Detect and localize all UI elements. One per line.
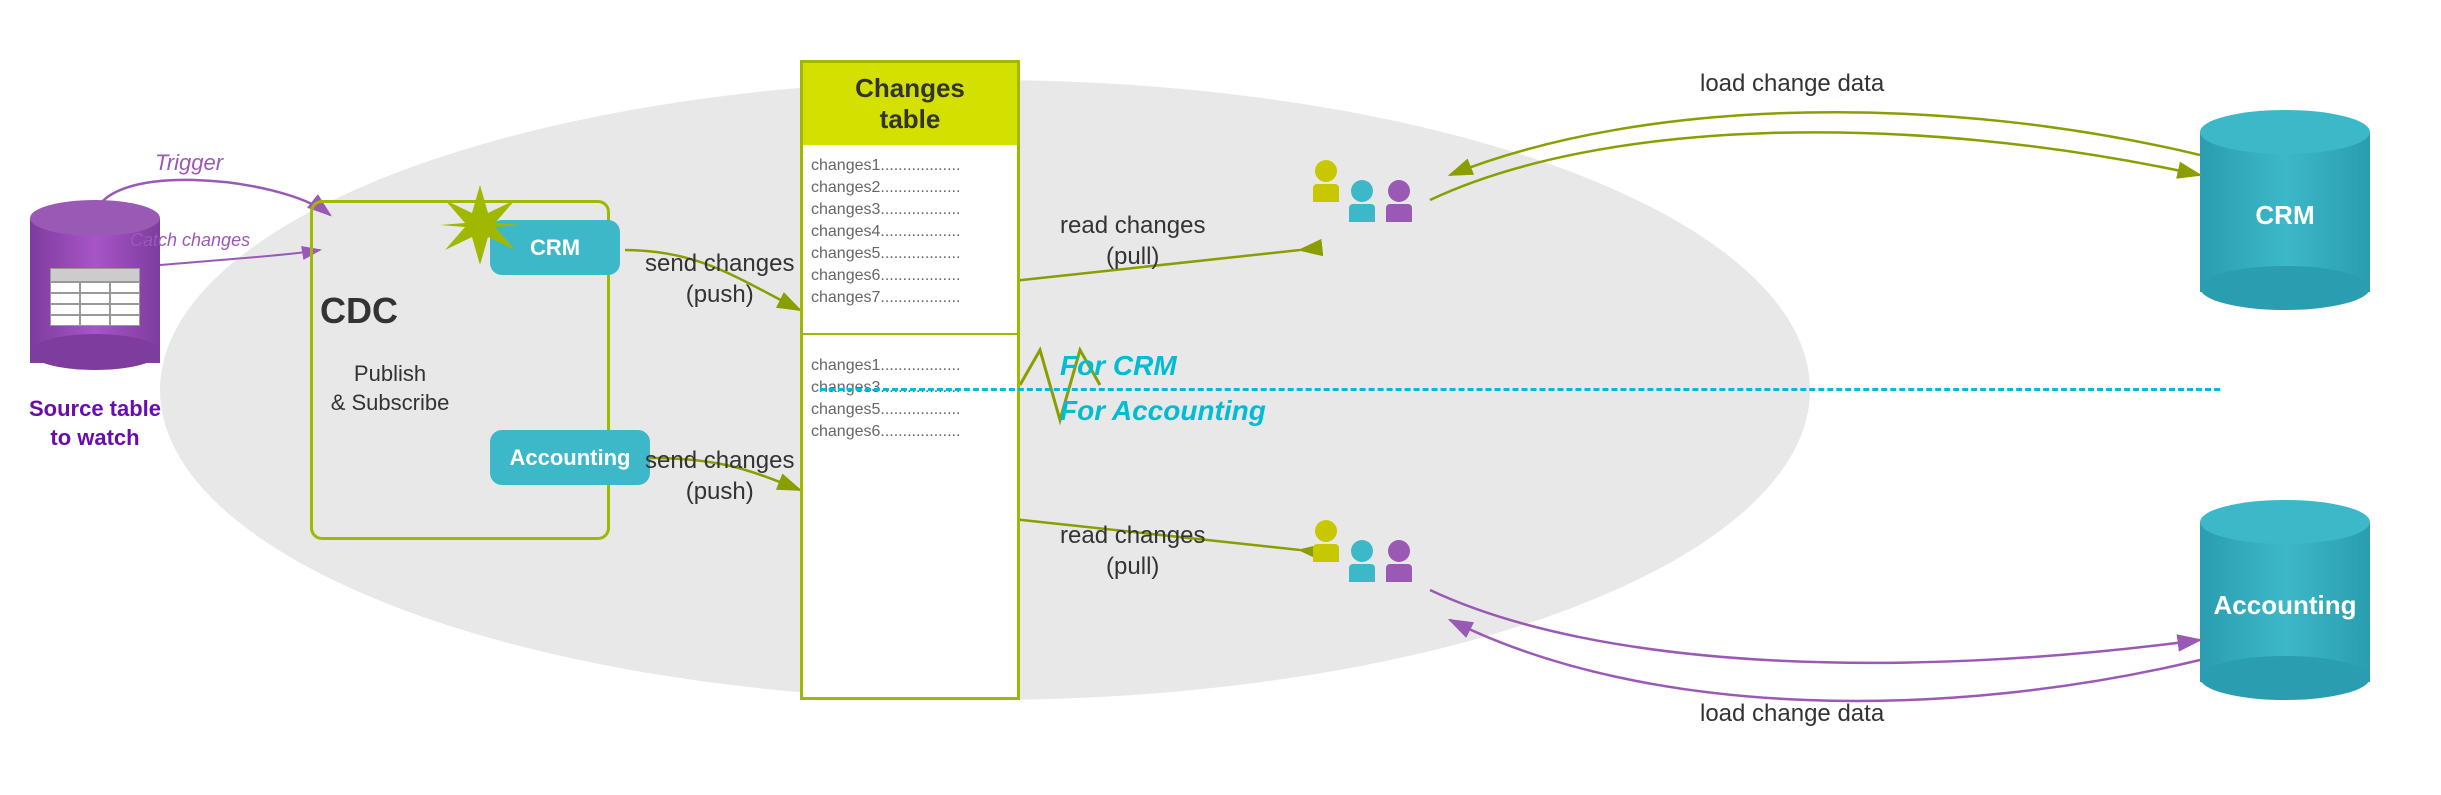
changes-row: changes5.................. (811, 245, 1009, 263)
agent-body (1349, 204, 1375, 222)
changes-row: changes1.................. (811, 157, 1009, 175)
for-accounting-label: For Accounting (1060, 395, 1266, 427)
changes-row: changes3.................. (811, 201, 1009, 219)
crm-right-label: CRM (2255, 200, 2314, 231)
cyl-top (2200, 500, 2370, 544)
changes-row: changes7.................. (811, 289, 1009, 307)
table-cell (80, 315, 110, 326)
changes-row: changes6.................. (811, 423, 1009, 441)
dashed-divider-line (820, 388, 2220, 391)
table-cell (50, 315, 80, 326)
read-changes-crm-label: read changes (pull) (1060, 210, 1205, 272)
table-cell (50, 282, 80, 293)
read-changes-accounting-label: read changes (pull) (1060, 520, 1205, 582)
changes-row: changes6.................. (811, 267, 1009, 285)
agent-head (1351, 540, 1373, 562)
table-row (50, 304, 140, 315)
cdc-label: CDC (320, 290, 398, 332)
table-row (50, 282, 140, 293)
agent-body (1313, 544, 1339, 562)
cylinder-bottom (30, 334, 160, 370)
agent-group-accounting (1310, 520, 1415, 567)
agent-yellow-crm (1313, 160, 1339, 202)
for-crm-label: For CRM (1060, 350, 1177, 382)
changes-row: changes5.................. (811, 401, 1009, 419)
agent-purple-accounting (1386, 540, 1412, 582)
changes-table: Changes table changes1..................… (800, 60, 1020, 700)
agent-group-crm (1310, 160, 1415, 207)
changes-table-header: Changes table (803, 63, 1017, 145)
table-cell (80, 282, 110, 293)
agent-head (1388, 540, 1410, 562)
agent-yellow-accounting (1313, 520, 1339, 562)
publish-subscribe-label: Publish & Subscribe (320, 360, 460, 417)
cyl-bottom (2200, 266, 2370, 310)
product-cylinder (30, 200, 160, 370)
agent-head (1351, 180, 1373, 202)
changes-divider (803, 333, 1017, 335)
star-icon (440, 185, 520, 265)
changes-row: changes2.................. (811, 179, 1009, 197)
cyl-top (2200, 110, 2370, 154)
agent-head (1315, 160, 1337, 182)
table-cell (80, 304, 110, 315)
table-row (50, 315, 140, 326)
agent-body (1313, 184, 1339, 202)
cylinder-table (50, 268, 140, 338)
table-cell (110, 315, 140, 326)
agent-blue-crm (1349, 180, 1375, 222)
changes-table-body-top: changes1.................. changes2.....… (803, 145, 1017, 323)
changes-row: changes4.................. (811, 223, 1009, 241)
table-cell (80, 293, 110, 304)
send-changes-accounting-label: send changes (push) (645, 445, 794, 507)
table-row (50, 293, 140, 304)
cyl-bottom (2200, 656, 2370, 700)
catch-changes-label: Catch changes (130, 230, 250, 251)
accounting-cylinder-right: Accounting (2200, 500, 2370, 700)
accounting-button-cdc[interactable]: Accounting (490, 430, 650, 485)
changes-table-body-bottom: changes1.................. changes3.....… (803, 345, 1017, 457)
table-header (50, 268, 140, 282)
table-cell (110, 282, 140, 293)
agent-blue-accounting (1349, 540, 1375, 582)
table-cell (110, 293, 140, 304)
agent-head (1315, 520, 1337, 542)
agent-body (1349, 564, 1375, 582)
source-table-label: Source table to watch (20, 395, 170, 452)
table-cell (110, 304, 140, 315)
changes-row: changes1.................. (811, 357, 1009, 375)
table-cell (50, 304, 80, 315)
agent-purple-crm (1386, 180, 1412, 222)
agent-body (1386, 564, 1412, 582)
table-cell (50, 293, 80, 304)
agent-body (1386, 204, 1412, 222)
accounting-right-label: Accounting (2214, 590, 2357, 621)
load-change-data-top-label: load change data (1700, 70, 1884, 98)
trigger-label: Trigger (155, 150, 223, 176)
send-changes-crm-label: send changes (push) (645, 248, 794, 310)
agent-head (1388, 180, 1410, 202)
crm-cylinder-right: CRM (2200, 110, 2370, 310)
load-change-data-bottom-label: load change data (1700, 700, 1884, 728)
diagram-container: Source table to watch Trigger Catch chan… (0, 0, 2441, 795)
